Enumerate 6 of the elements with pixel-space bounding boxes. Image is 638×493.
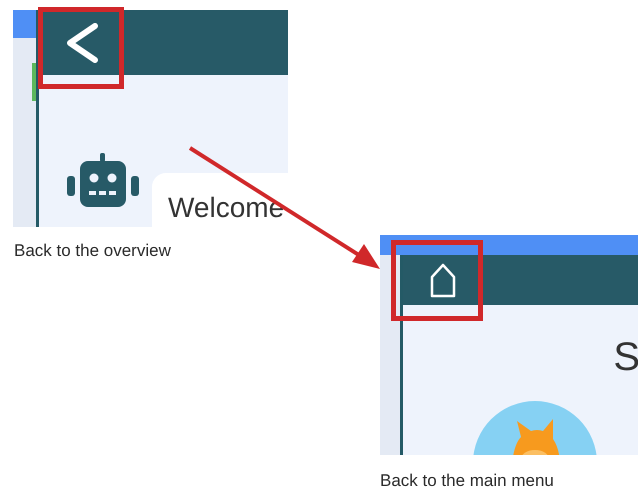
page-heading: S bbox=[613, 337, 638, 377]
caption: Back to the main menu bbox=[380, 470, 554, 492]
home-icon bbox=[428, 262, 458, 298]
welcome-heading: Welcome bbox=[168, 192, 284, 223]
caption: Back to the overview bbox=[14, 240, 171, 262]
back-icon bbox=[64, 22, 98, 62]
